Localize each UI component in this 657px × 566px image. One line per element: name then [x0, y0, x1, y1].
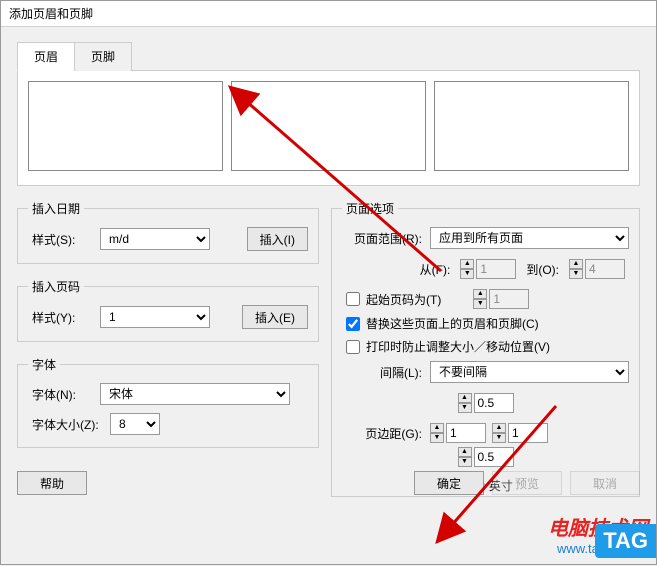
replace-label: 替换这些页面上的页眉和页脚(C): [366, 315, 539, 332]
page-range-select[interactable]: 应用到所有页面: [430, 227, 629, 249]
titlebar: 添加页眉和页脚: [1, 1, 656, 27]
gap-value-input[interactable]: [474, 393, 514, 413]
insert-date-button[interactable]: 插入(I): [247, 227, 308, 251]
margin-right-input[interactable]: [508, 423, 548, 443]
to-spinner[interactable]: ▲▼: [569, 259, 625, 279]
start-page-input: [489, 289, 529, 309]
from-spinner[interactable]: ▲▼: [460, 259, 516, 279]
from-label: 从(F):: [420, 261, 451, 278]
preview-button[interactable]: 预览: [492, 471, 562, 495]
tab-footer[interactable]: 页脚: [74, 42, 132, 71]
margin-right-spinner[interactable]: ▲▼: [492, 423, 548, 443]
page-options-legend: 页面选项: [342, 200, 398, 217]
tab-header[interactable]: 页眉: [17, 42, 75, 71]
content-area: 页眉 页脚 插入日期 样式(S): m/d 插入(I): [1, 27, 656, 509]
to-input: [585, 259, 625, 279]
start-up-icon[interactable]: ▲: [473, 289, 487, 299]
lock-label: 打印时防止调整大小／移动位置(V): [366, 338, 550, 355]
footer-buttons: 帮助 确定 预览 取消: [17, 471, 640, 495]
gap-select[interactable]: 不要间隔: [430, 361, 629, 383]
start-page-label: 起始页码为(T): [366, 291, 441, 308]
font-legend: 字体: [28, 356, 60, 373]
mb-down-icon[interactable]: ▼: [458, 457, 472, 467]
preview-left[interactable]: [28, 81, 223, 171]
window-title: 添加页眉和页脚: [9, 5, 93, 22]
start-down-icon[interactable]: ▼: [473, 299, 487, 309]
insert-date-legend: 插入日期: [28, 200, 84, 217]
font-name-select[interactable]: 宋体: [100, 383, 290, 405]
font-size-label: 字体大小(Z):: [28, 416, 110, 433]
from-up-icon[interactable]: ▲: [460, 259, 474, 269]
to-down-icon[interactable]: ▼: [569, 269, 583, 279]
left-column: 插入日期 样式(S): m/d 插入(I) 插入页码 样式(Y):: [17, 200, 319, 497]
margin-top-spinner[interactable]: ▲▼: [430, 423, 486, 443]
ok-button[interactable]: 确定: [414, 471, 484, 495]
from-input: [476, 259, 516, 279]
insert-pageno-group: 插入页码 样式(Y): 1 插入(E): [17, 278, 319, 342]
insert-pageno-legend: 插入页码: [28, 278, 84, 295]
watermark-tag: TAG: [595, 524, 656, 558]
replace-checkbox[interactable]: [346, 317, 360, 331]
mr-up-icon[interactable]: ▲: [492, 423, 506, 433]
mt-up-icon[interactable]: ▲: [430, 423, 444, 433]
gap-up-icon[interactable]: ▲: [458, 393, 472, 403]
font-name-label: 字体(N):: [28, 386, 100, 403]
start-page-spinner[interactable]: ▲▼: [473, 289, 529, 309]
pageno-style-label: 样式(Y):: [28, 309, 100, 326]
margin-bottom-spinner[interactable]: ▲▼: [458, 447, 514, 467]
from-down-icon[interactable]: ▼: [460, 269, 474, 279]
mr-down-icon[interactable]: ▼: [492, 433, 506, 443]
gap-value-spinner[interactable]: ▲▼: [458, 393, 514, 413]
margin-bottom-input[interactable]: [474, 447, 514, 467]
preview-right[interactable]: [434, 81, 629, 171]
help-button[interactable]: 帮助: [17, 471, 87, 495]
mb-up-icon[interactable]: ▲: [458, 447, 472, 457]
to-up-icon[interactable]: ▲: [569, 259, 583, 269]
cancel-button[interactable]: 取消: [570, 471, 640, 495]
date-style-select[interactable]: m/d: [100, 228, 210, 250]
gap-label: 间隔(L):: [342, 364, 430, 381]
mt-down-icon[interactable]: ▼: [430, 433, 444, 443]
preview-center[interactable]: [231, 81, 426, 171]
tab-strip: 页眉 页脚: [17, 41, 640, 71]
pageno-style-select[interactable]: 1: [100, 306, 210, 328]
date-style-label: 样式(S):: [28, 231, 100, 248]
lock-checkbox[interactable]: [346, 340, 360, 354]
margin-label: 页边距(G):: [342, 425, 430, 442]
start-page-checkbox[interactable]: [346, 292, 360, 306]
margin-top-input[interactable]: [446, 423, 486, 443]
page-range-label: 页面范围(R):: [342, 230, 430, 247]
insert-pageno-button[interactable]: 插入(E): [242, 305, 308, 329]
page-options-group: 页面选项 页面范围(R): 应用到所有页面 从(F): ▲▼ 到(O: [331, 200, 640, 497]
columns: 插入日期 样式(S): m/d 插入(I) 插入页码 样式(Y):: [17, 200, 640, 497]
font-group: 字体 字体(N): 宋体 字体大小(Z): 8: [17, 356, 319, 448]
header-preview-panel: [17, 71, 640, 186]
font-size-select[interactable]: 8: [110, 413, 160, 435]
insert-date-group: 插入日期 样式(S): m/d 插入(I): [17, 200, 319, 264]
right-column: 页面选项 页面范围(R): 应用到所有页面 从(F): ▲▼ 到(O: [331, 200, 640, 497]
gap-down-icon[interactable]: ▼: [458, 403, 472, 413]
dialog-window: 添加页眉和页脚 页眉 页脚 插入日期 样式(S): m/d: [0, 0, 657, 565]
to-label: 到(O):: [526, 261, 559, 278]
